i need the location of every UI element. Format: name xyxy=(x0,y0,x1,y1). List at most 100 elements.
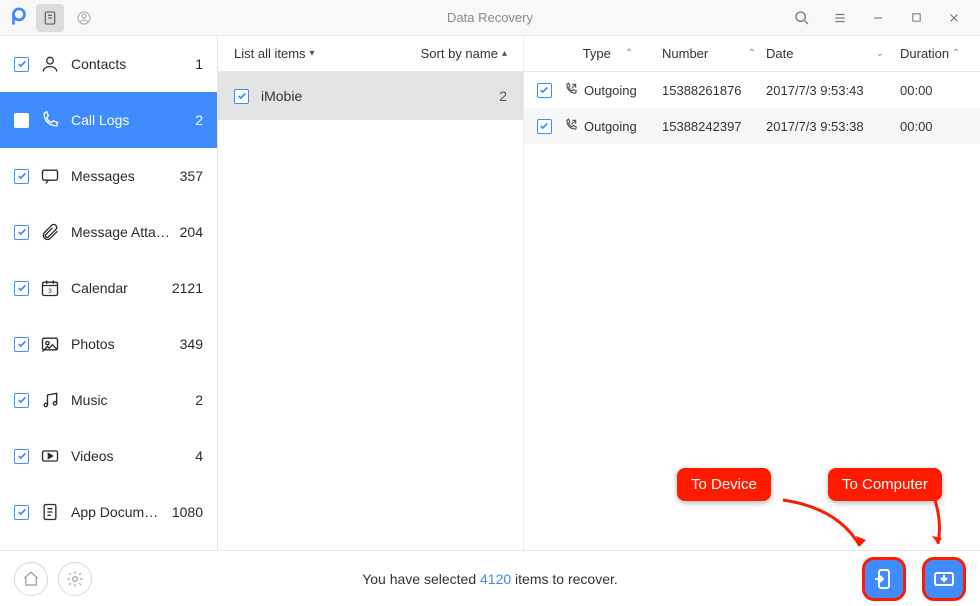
checkbox-icon[interactable] xyxy=(14,281,29,296)
checkbox-icon[interactable] xyxy=(234,89,249,104)
sidebar-item-count: 2121 xyxy=(172,280,203,296)
cell-duration: 00:00 xyxy=(894,119,970,134)
table-row[interactable]: Outgoing153882618762017/7/3 9:53:4300:00 xyxy=(524,72,980,108)
settings-button[interactable] xyxy=(58,562,92,596)
cell-type: Outgoing xyxy=(584,119,637,134)
table-header: Type⌃ Number⌃ Date ⌄ Duration⌃ xyxy=(524,36,980,72)
menu-icon[interactable] xyxy=(826,4,854,32)
sidebar-item-count: 2 xyxy=(195,392,203,408)
checkbox-icon[interactable] xyxy=(14,337,29,352)
sidebar-item-calendar[interactable]: 3 Calendar 2121 xyxy=(0,260,217,316)
callout-computer-label: To Computer xyxy=(842,476,928,493)
sidebar-item-count: 1080 xyxy=(172,504,203,520)
chevron-down-icon: ⌄ xyxy=(876,48,884,59)
footer-left xyxy=(14,562,92,596)
sidebar-item-label: Messages xyxy=(71,168,174,184)
checkbox-icon[interactable] xyxy=(14,225,29,240)
recover-to-device-button[interactable] xyxy=(862,557,906,601)
list-item[interactable]: iMobie2 xyxy=(218,72,523,120)
cell-duration: 00:00 xyxy=(894,83,970,98)
checkbox-icon[interactable] xyxy=(14,113,29,128)
outgoing-call-icon xyxy=(564,118,578,135)
cell-date: 2017/7/3 9:53:43 xyxy=(766,83,894,98)
phone-icon xyxy=(39,109,61,131)
sidebar-item-attachment[interactable]: Message Attach... 204 xyxy=(0,204,217,260)
header-duration[interactable]: Duration⌃ xyxy=(894,46,970,61)
photo-icon xyxy=(39,333,61,355)
contact-icon xyxy=(39,53,61,75)
tab-secondary-icon[interactable] xyxy=(70,4,98,32)
header-type[interactable]: Type⌃ xyxy=(564,46,662,61)
sidebar-item-count: 2 xyxy=(195,112,203,128)
minimize-icon[interactable] xyxy=(864,4,892,32)
calendar-icon: 3 xyxy=(39,277,61,299)
sidebar-item-count: 204 xyxy=(180,224,203,240)
checkbox-icon[interactable] xyxy=(537,83,552,98)
appdoc-icon xyxy=(39,501,61,523)
outgoing-call-icon xyxy=(564,82,578,99)
sidebar-item-message[interactable]: Messages 357 xyxy=(0,148,217,204)
sidebar-item-contact[interactable]: Contacts1 xyxy=(0,36,217,92)
checkbox-icon[interactable] xyxy=(14,393,29,408)
table-row[interactable]: Outgoing 153882423972017/7/3 9:53:3800:00 xyxy=(524,108,980,144)
titlebar: Data Recovery xyxy=(0,0,980,36)
video-icon xyxy=(39,445,61,467)
chevron-up-icon: ▴ xyxy=(502,48,507,59)
footer-status: You have selected 4120 items to recover. xyxy=(0,571,980,587)
recover-to-computer-button[interactable] xyxy=(922,557,966,601)
callout-arrow-icon xyxy=(778,498,868,558)
header-date[interactable]: Date ⌄ xyxy=(766,46,894,61)
sidebar-item-music[interactable]: Music 2 xyxy=(0,372,217,428)
mid-column: List all items ▾ Sort by name ▴ iMobie2 xyxy=(218,36,524,550)
close-icon[interactable] xyxy=(940,4,968,32)
mid-header: List all items ▾ Sort by name ▴ xyxy=(218,36,523,72)
footer-count: 4120 xyxy=(480,571,511,587)
sidebar-item-label: Music xyxy=(71,392,189,408)
checkbox-icon[interactable] xyxy=(14,57,29,72)
footer: You have selected 4120 items to recover. xyxy=(0,550,980,606)
sort-dropdown[interactable]: Sort by name ▴ xyxy=(421,46,507,61)
sort-label: Sort by name xyxy=(421,46,498,61)
list-item-name: iMobie xyxy=(261,88,499,104)
titlebar-right xyxy=(788,4,980,32)
maximize-icon[interactable] xyxy=(902,4,930,32)
checkbox-icon[interactable] xyxy=(14,169,29,184)
header-number[interactable]: Number⌃ xyxy=(662,46,766,61)
chevron-up-icon: ⌃ xyxy=(952,48,960,59)
cell-number: 15388261876 xyxy=(662,83,766,98)
list-filter-dropdown[interactable]: List all items ▾ xyxy=(234,46,315,61)
footer-right xyxy=(862,557,966,601)
list-filter-label: List all items xyxy=(234,46,306,61)
tab-data-recovery-icon[interactable] xyxy=(36,4,64,32)
footer-text-after: items to recover. xyxy=(511,571,618,587)
sidebar-item-label: Message Attach... xyxy=(71,224,174,240)
callout-to-computer: To Computer xyxy=(828,468,942,501)
sidebar-item-photo[interactable]: Photos 349 xyxy=(0,316,217,372)
sidebar-item-count: 349 xyxy=(180,336,203,352)
chevron-up-icon: ⌃ xyxy=(748,48,756,59)
sidebar-item-label: App Documents xyxy=(71,504,166,520)
sidebar-item-label: Photos xyxy=(71,336,174,352)
header-date-label: Date xyxy=(766,46,793,61)
sidebar-item-label: Videos xyxy=(71,448,189,464)
home-button[interactable] xyxy=(14,562,48,596)
checkbox-icon[interactable] xyxy=(14,449,29,464)
list-item-count: 2 xyxy=(499,88,507,104)
sidebar-item-count: 4 xyxy=(195,448,203,464)
sidebar-item-appdoc[interactable]: App Documents 1080 xyxy=(0,484,217,540)
sidebar-item-video[interactable]: Videos 4 xyxy=(0,428,217,484)
checkbox-icon[interactable] xyxy=(537,119,552,134)
footer-text-before: You have selected xyxy=(362,571,480,587)
cell-number: 15388242397 xyxy=(662,119,766,134)
sidebar: Contacts1 Call Logs 2 Messages 357 Message At… xyxy=(0,36,218,550)
checkbox-icon[interactable] xyxy=(14,505,29,520)
sidebar-item-count: 1 xyxy=(195,56,203,72)
search-icon[interactable] xyxy=(788,4,816,32)
sidebar-item-phone[interactable]: Call Logs 2 xyxy=(0,92,217,148)
sidebar-item-label: Call Logs xyxy=(71,112,189,128)
sidebar-item-label: Calendar xyxy=(71,280,166,296)
callout-to-device: To Device xyxy=(677,468,771,501)
sidebar-item-count: 357 xyxy=(180,168,203,184)
cell-date: 2017/7/3 9:53:38 xyxy=(766,119,894,134)
chevron-up-icon: ⌃ xyxy=(625,48,633,59)
